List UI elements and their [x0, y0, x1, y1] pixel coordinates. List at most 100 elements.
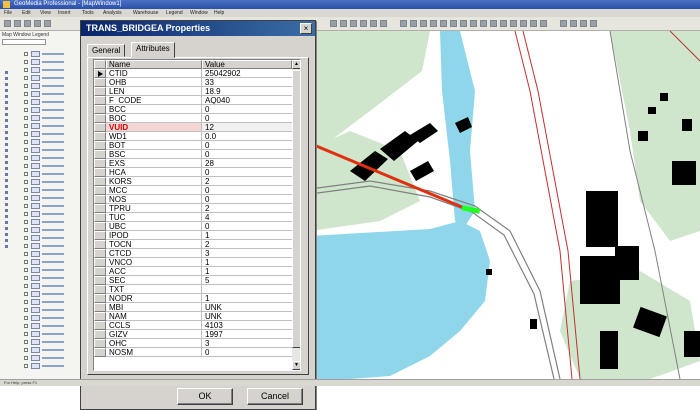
dialog-title-bar[interactable]: TRANS_BRIDGEA Properties × [81, 21, 315, 36]
legend-entry[interactable] [24, 155, 80, 162]
attribute-row[interactable]: WD1 0.0 [94, 132, 292, 141]
legend-entry[interactable] [24, 291, 80, 298]
vertical-scrollbar[interactable]: ▲ ▼ [292, 60, 300, 370]
legend-entry[interactable] [24, 227, 80, 234]
legend-checkbox[interactable] [24, 52, 28, 56]
legend-entry[interactable] [24, 363, 80, 370]
legend-tool-icon[interactable] [5, 125, 8, 128]
row-selector[interactable] [94, 339, 106, 348]
row-selector[interactable] [94, 69, 106, 78]
legend-entry[interactable] [24, 179, 80, 186]
attribute-row[interactable]: CCLS 4103 [94, 321, 292, 330]
attribute-row[interactable]: NOSM 0 [94, 348, 292, 357]
legend-tool-icon[interactable] [5, 119, 8, 122]
legend-checkbox[interactable] [24, 92, 28, 96]
toolbar-button[interactable] [540, 20, 547, 27]
attribute-value[interactable]: 3 [202, 249, 292, 258]
toolbar-button[interactable] [500, 20, 507, 27]
close-icon[interactable]: × [300, 23, 312, 34]
attribute-value[interactable]: 0.0 [202, 132, 292, 141]
legend-entry[interactable] [24, 347, 80, 354]
toolbar-button[interactable] [510, 20, 517, 27]
attribute-row[interactable]: HCA 0 [94, 168, 292, 177]
attribute-value[interactable]: 2 [202, 240, 292, 249]
legend-entry[interactable] [24, 139, 80, 146]
row-selector[interactable] [94, 240, 106, 249]
legend-checkbox[interactable] [24, 244, 28, 248]
legend-entry[interactable] [24, 75, 80, 82]
legend-entry[interactable] [24, 163, 80, 170]
attribute-row[interactable]: BCC 0 [94, 105, 292, 114]
legend-entry[interactable] [24, 267, 80, 274]
row-selector[interactable] [94, 96, 106, 105]
toolbar-button[interactable] [380, 20, 387, 27]
legend-checkbox[interactable] [24, 108, 28, 112]
legend-entry[interactable] [24, 203, 80, 210]
legend-checkbox[interactable] [24, 124, 28, 128]
legend-entry[interactable] [24, 147, 80, 154]
attribute-value[interactable]: 1 [202, 267, 292, 276]
menu-item-insert[interactable]: Insert [58, 9, 71, 17]
legend-entry[interactable] [24, 235, 80, 242]
attribute-value[interactable]: 12 [202, 123, 292, 132]
attribute-value[interactable]: 18.9 [202, 87, 292, 96]
legend-tool-icon[interactable] [5, 191, 8, 194]
row-selector[interactable] [94, 141, 106, 150]
legend-tool-icon[interactable] [5, 137, 8, 140]
row-selector[interactable] [94, 78, 106, 87]
legend-entry[interactable] [24, 283, 80, 290]
legend-entry[interactable] [24, 123, 80, 130]
attribute-row[interactable]: ACC 1 [94, 267, 292, 276]
legend-checkbox[interactable] [24, 268, 28, 272]
legend-checkbox[interactable] [24, 220, 28, 224]
attribute-value[interactable]: 4103 [202, 321, 292, 330]
attribute-row[interactable]: BOC 0 [94, 114, 292, 123]
legend-checkbox[interactable] [24, 212, 28, 216]
row-selector[interactable] [94, 285, 106, 294]
legend-checkbox[interactable] [24, 156, 28, 160]
legend-tool-icon[interactable] [5, 245, 8, 248]
menu-item-view[interactable]: View [40, 9, 51, 17]
toolbar-button[interactable] [460, 20, 467, 27]
row-selector[interactable] [94, 177, 106, 186]
menu-item-warehouse[interactable]: Warehouse [133, 9, 158, 17]
attribute-row[interactable]: IPOD 1 [94, 231, 292, 240]
legend-checkbox[interactable] [24, 60, 28, 64]
menu-item-legend[interactable]: Legend [166, 9, 183, 17]
row-selector[interactable] [94, 294, 106, 303]
legend-checkbox[interactable] [24, 132, 28, 136]
toolbar-button[interactable] [520, 20, 527, 27]
legend-tool-icon[interactable] [5, 71, 8, 74]
legend-tool-icon[interactable] [5, 233, 8, 236]
legend-entry[interactable] [24, 91, 80, 98]
attribute-row[interactable]: EXS 28 [94, 159, 292, 168]
toolbar-button[interactable] [570, 20, 577, 27]
legend-entry[interactable] [24, 131, 80, 138]
legend-checkbox[interactable] [24, 356, 28, 360]
legend-entry[interactable] [24, 355, 80, 362]
attribute-value[interactable]: 1 [202, 294, 292, 303]
legend-entry[interactable] [24, 67, 80, 74]
attribute-value[interactable]: AQ040 [202, 96, 292, 105]
attribute-value[interactable] [202, 285, 292, 294]
attribute-row[interactable]: CTID 25042902 [94, 69, 292, 78]
row-selector[interactable] [94, 321, 106, 330]
legend-checkbox[interactable] [24, 292, 28, 296]
legend-entry[interactable] [24, 275, 80, 282]
legend-entry[interactable] [24, 299, 80, 306]
toolbar-button[interactable] [330, 20, 337, 27]
row-selector[interactable] [94, 258, 106, 267]
attribute-row[interactable]: SEC 5 [94, 276, 292, 285]
legend-checkbox[interactable] [24, 196, 28, 200]
row-selector[interactable] [94, 132, 106, 141]
attribute-value[interactable]: 0 [202, 105, 292, 114]
attribute-value[interactable]: 0 [202, 141, 292, 150]
legend-tool-icon[interactable] [5, 173, 8, 176]
legend-checkbox[interactable] [24, 76, 28, 80]
attribute-row[interactable]: NOS 0 [94, 195, 292, 204]
row-selector[interactable] [94, 231, 106, 240]
row-selector[interactable] [94, 330, 106, 339]
legend-tool-icon[interactable] [5, 239, 8, 242]
row-selector[interactable] [94, 168, 106, 177]
legend-tool-icon[interactable] [5, 131, 8, 134]
